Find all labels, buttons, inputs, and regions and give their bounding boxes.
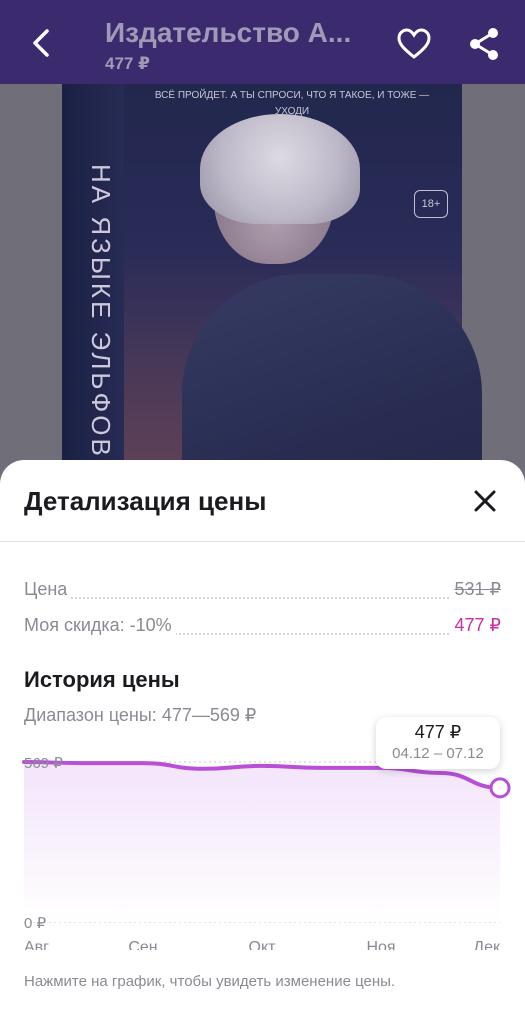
share-icon	[470, 28, 498, 60]
price-range: Диапазон цены: 477—569 ₽	[24, 705, 257, 725]
chart-area-fill	[24, 762, 500, 922]
y-tick-label: 569 ₽	[24, 755, 63, 772]
x-tick-label: Окт	[249, 939, 277, 950]
price-history-title: История цены	[24, 667, 180, 692]
price-row: Цена 531 ₽	[24, 579, 501, 603]
discount-label: Моя скидка: -10%	[24, 615, 176, 636]
product-title: Издательство А...	[105, 17, 352, 48]
close-button[interactable]	[470, 486, 500, 516]
tooltip-price: 477 ₽	[414, 722, 462, 742]
x-tick-label: Ноя	[366, 939, 395, 950]
dotted-leader	[24, 597, 501, 599]
x-tick-label: Авг	[24, 939, 49, 950]
price-details-sheet: Детализация цены Цена 531 ₽ Моя скидка: …	[0, 460, 525, 1024]
sheet-title: Детализация цены	[24, 486, 267, 516]
tooltip-dates: 04.12 – 07.12	[392, 745, 484, 762]
y-tick-label: 0 ₽	[24, 915, 47, 932]
original-price: 531 ₽	[450, 579, 501, 600]
heart-icon	[397, 28, 431, 59]
product-image[interactable]: НА ЯЗЫКЕ ЭЛЬФОВ ВСЁ ПРОЙДЕТ. А ТЫ СПРОСИ…	[0, 84, 525, 504]
chart-point-current	[489, 777, 511, 799]
product-price: 477 ₽	[105, 54, 150, 73]
close-icon	[474, 490, 496, 512]
price-label: Цена	[24, 579, 72, 600]
app-bar: Издательство А... 477 ₽	[0, 0, 525, 84]
back-button[interactable]	[24, 26, 58, 60]
share-button[interactable]	[466, 26, 502, 62]
discounted-price: 477 ₽	[450, 615, 501, 636]
x-tick-label: Дек	[473, 939, 501, 950]
discount-row: Моя скидка: -10% 477 ₽	[24, 615, 501, 639]
divider	[0, 541, 525, 542]
overlay-scrim	[0, 84, 525, 504]
back-arrow-icon	[33, 29, 49, 57]
x-tick-label: Сен	[128, 939, 157, 950]
favorite-button[interactable]	[396, 26, 432, 62]
chart-hint: Нажмите на график, чтобы увидеть изменен…	[24, 973, 396, 990]
chart-tooltip: 477 ₽ 04.12 – 07.12	[376, 717, 500, 769]
